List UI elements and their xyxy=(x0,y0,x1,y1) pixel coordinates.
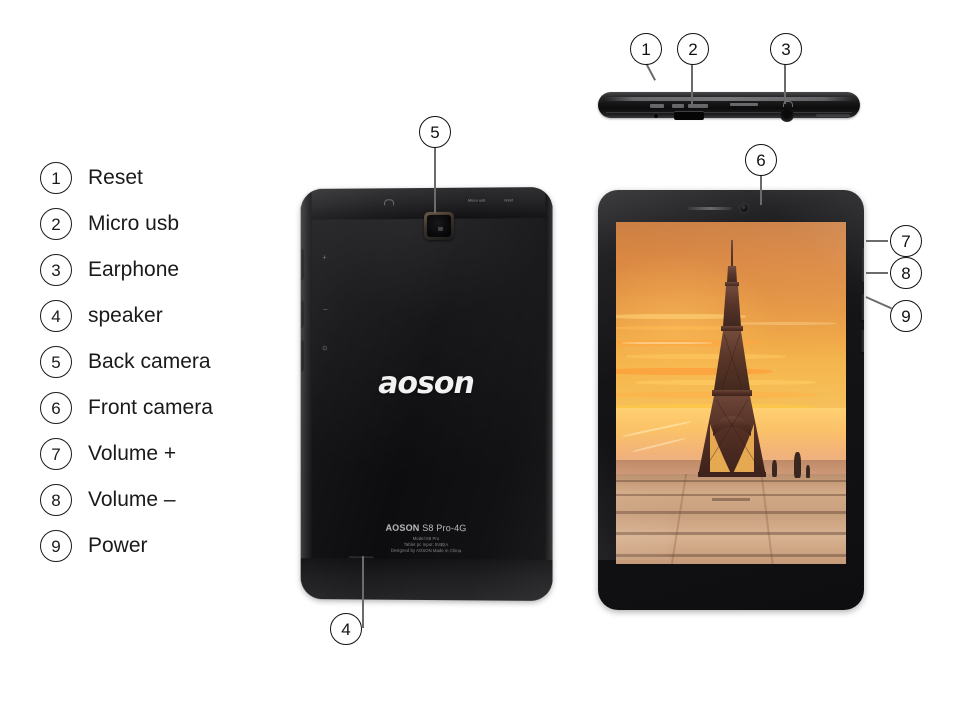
legend-number-1: 1 xyxy=(40,162,72,194)
legend-label-earphone: Earphone xyxy=(88,258,180,281)
callout-9-power[interactable]: 9 xyxy=(890,300,922,332)
tablet-back-view: Micro usb reset + – ⏻ aoson AOSON S8 Pro… xyxy=(300,186,553,602)
front-power-button[interactable] xyxy=(861,330,864,352)
tablet-front-view xyxy=(598,190,864,610)
earphone-jack[interactable] xyxy=(780,108,794,122)
callout-7-volume-up[interactable]: 7 xyxy=(890,225,922,257)
reset-pinhole[interactable] xyxy=(654,114,658,118)
edge-highlight xyxy=(604,97,854,101)
legend-list: 1 Reset 2 Micro usb 3 Earphone 4 speaker… xyxy=(40,155,270,569)
legend-number-3: 3 xyxy=(40,254,72,286)
legend-item-volume-down: 8 Volume – xyxy=(40,477,270,523)
legend-label-power: Power xyxy=(88,534,148,557)
legend-number-4: 4 xyxy=(40,300,72,332)
back-chassis: Micro usb reset + – ⏻ aoson AOSON S8 Pro… xyxy=(300,186,553,602)
edge-label-center xyxy=(730,103,758,106)
legend-number-2: 2 xyxy=(40,208,72,240)
micro-usb-port[interactable] xyxy=(674,111,704,120)
front-chassis xyxy=(598,190,864,610)
tablet-top-edge-view xyxy=(598,88,860,124)
legend-label-back-camera: Back camera xyxy=(88,350,211,373)
leader-line-7 xyxy=(866,240,888,242)
callout-4-speaker[interactable]: 4 xyxy=(330,613,362,645)
edge-speaker-grille xyxy=(816,114,850,117)
callout-2-micro-usb[interactable]: 2 xyxy=(677,33,709,65)
legend-label-volume-down: Volume – xyxy=(88,488,176,511)
legend-item-earphone: 3 Earphone xyxy=(40,247,270,293)
callout-8-volume-down[interactable]: 8 xyxy=(890,257,922,289)
back-gloss-sheen xyxy=(300,186,553,602)
edge-chassis xyxy=(598,92,860,122)
edge-label-reset xyxy=(650,104,664,108)
legend-number-5: 5 xyxy=(40,346,72,378)
leader-line-4 xyxy=(362,556,364,628)
leader-line-5 xyxy=(434,145,436,213)
legend-item-power: 9 Power xyxy=(40,523,270,569)
legend-item-volume-up: 7 Volume + xyxy=(40,431,270,477)
legend-number-9: 9 xyxy=(40,530,72,562)
leader-line-8 xyxy=(866,272,888,274)
callout-6-front-camera[interactable]: 6 xyxy=(745,144,777,176)
legend-number-8: 8 xyxy=(40,484,72,516)
legend-label-volume-up: Volume + xyxy=(88,442,177,465)
leader-line-2 xyxy=(691,62,693,106)
legend-number-7: 7 xyxy=(40,438,72,470)
legend-item-micro-usb: 2 Micro usb xyxy=(40,201,270,247)
display-screen[interactable] xyxy=(616,222,846,564)
callout-3-earphone[interactable]: 3 xyxy=(770,33,802,65)
leader-line-9 xyxy=(865,296,892,309)
legend-label-speaker: speaker xyxy=(88,304,163,327)
callout-5-back-camera[interactable]: 5 xyxy=(419,116,451,148)
legend-item-front-camera: 6 Front camera xyxy=(40,385,270,431)
leader-line-3 xyxy=(784,62,786,104)
leader-line-6 xyxy=(760,173,762,205)
edge-label-usb-a xyxy=(672,104,684,108)
earpiece-slot xyxy=(688,207,732,210)
legend-label-front-camera: Front camera xyxy=(88,396,213,419)
legend-item-speaker: 4 speaker xyxy=(40,293,270,339)
legend-label-reset: Reset xyxy=(88,166,143,189)
legend-number-6: 6 xyxy=(40,392,72,424)
screen-glass-reflection xyxy=(616,222,846,564)
legend-item-reset: 1 Reset xyxy=(40,155,270,201)
legend-item-back-camera: 5 Back camera xyxy=(40,339,270,385)
diagram-canvas: 1 Reset 2 Micro usb 3 Earphone 4 speaker… xyxy=(0,0,960,710)
legend-label-micro-usb: Micro usb xyxy=(88,212,180,235)
edge-seam-line xyxy=(606,112,852,113)
callout-1-reset[interactable]: 1 xyxy=(630,33,662,65)
